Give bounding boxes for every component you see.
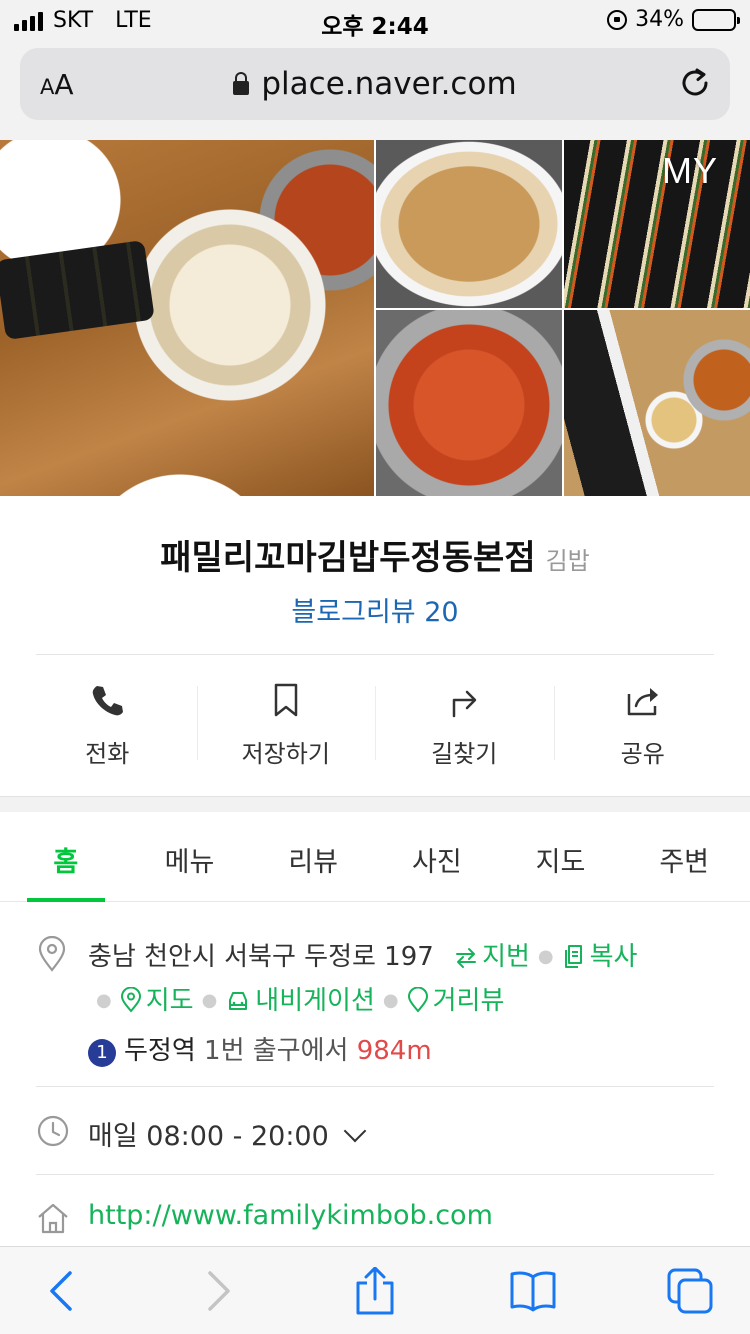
website-link[interactable]: http://www.familykimbob.com [88,1200,493,1231]
directions-label: 길찾기 [431,740,498,768]
tab-review[interactable]: 리뷰 [251,812,375,901]
jibun-toggle[interactable]: 지번 [454,942,530,972]
call-button[interactable]: 전화 [18,660,197,790]
tab-map[interactable]: 지도 [499,812,623,901]
website-section: http://www.familykimbob.com [0,1176,750,1246]
my-button[interactable]: MY [662,150,718,192]
url-text: place.naver.com [261,66,517,102]
tabs-icon[interactable] [666,1267,716,1315]
directions-button[interactable]: 길찾기 [375,660,554,790]
place-header: 패밀리꼬마김밥두정동본점 김밥 블로그리뷰 20 [0,496,750,656]
lock-icon [233,72,250,95]
url-display[interactable]: place.naver.com [20,66,730,102]
bookmark-icon [274,683,297,717]
status-bar: SKT LTE 오후 2:44 34% [0,0,750,42]
phone-icon [92,686,124,716]
browser-toolbar [0,1246,750,1334]
address-text: 충남 천안시 서북구 두정로 197 [88,942,434,972]
hours-line: 매일 08:00 - 20:00 [88,1114,367,1153]
home-icon [38,1203,68,1234]
save-button[interactable]: 저장하기 [196,660,376,790]
battery-icon [692,8,740,31]
photo-table-set[interactable] [564,310,750,496]
exit-text: 1번 출구에서 [204,1036,349,1066]
rotation-lock-icon [607,9,628,30]
address-section: 충남 천안시 서북구 두정로 197 지번 ● 복사 ● 지도 ● 내비게이션 ● 거리뷰 1… [0,930,750,1087]
divider [36,1086,714,1087]
bookmarks-icon[interactable] [508,1267,558,1315]
streetview-icon [407,987,428,1013]
copy-button[interactable]: 복사 [562,942,637,972]
map-link[interactable]: 지도 [120,986,194,1016]
back-button-icon[interactable] [38,1267,88,1315]
map-pin-icon [120,987,141,1013]
photo-gallery[interactable]: MY [0,140,750,496]
photo-kimbap[interactable] [564,140,750,308]
station-name: 두정역 [124,1036,196,1066]
clock-icon [37,1115,69,1147]
distance: 984m [356,1036,432,1066]
divider [36,654,714,655]
subway-info: 1 두정역 1번 출구에서 984m [88,1030,432,1067]
share-label: 공유 [620,740,665,768]
place-name: 패밀리꼬마김밥두정동본점 [160,538,536,578]
share-icon [627,688,658,716]
directions-icon [453,690,477,718]
share-button[interactable]: 공유 [553,660,733,790]
chevron-down-icon[interactable] [343,1119,367,1143]
tab-home[interactable]: 홈 [4,812,128,902]
tab-bar: 홈 메뉴 리뷰 사진 지도 주변 [0,812,750,902]
battery-percent: 34% [635,7,684,32]
subway-line-badge: 1 [88,1039,116,1067]
address-line: 충남 천안시 서북구 두정로 197 지번 ● 복사 [88,942,638,972]
photo-fishcake-soup[interactable] [376,140,562,308]
blog-review-link[interactable]: 블로그리뷰 20 [0,590,750,629]
place-category: 김밥 [545,547,590,575]
car-icon [229,992,248,1010]
share-sheet-icon[interactable] [350,1267,400,1315]
location-pin-icon [38,936,66,972]
hours-section[interactable]: 매일 08:00 - 20:00 [0,1088,750,1175]
address-bar[interactable]: AA place.naver.com [20,48,730,120]
hours-text: 매일 08:00 - 20:00 [88,1121,329,1152]
call-label: 전화 [85,740,130,768]
tab-menu[interactable]: 메뉴 [128,812,252,901]
save-label: 저장하기 [241,740,330,768]
section-separator [0,796,750,812]
tab-photo[interactable]: 사진 [375,812,499,901]
photo-spicy-noodles[interactable] [376,310,562,496]
forward-button-icon[interactable] [192,1267,242,1315]
place-title: 패밀리꼬마김밥두정동본점 김밥 [0,530,750,579]
action-bar: 전화 저장하기 길찾기 공유 [18,660,732,790]
copy-icon [564,945,582,968]
navigation-link[interactable]: 내비게이션 [225,986,375,1016]
status-right: 34% [607,7,740,32]
swap-icon [456,948,477,968]
tab-nearby[interactable]: 주변 [622,812,746,901]
browser-header: AA place.naver.com [0,42,750,140]
back-arrow-icon[interactable] [26,154,72,194]
reload-icon[interactable] [678,66,712,100]
divider [36,1174,714,1175]
address-links: ● 지도 ● 내비게이션 ● 거리뷰 [96,986,505,1016]
streetview-link[interactable]: 거리뷰 [407,986,504,1016]
